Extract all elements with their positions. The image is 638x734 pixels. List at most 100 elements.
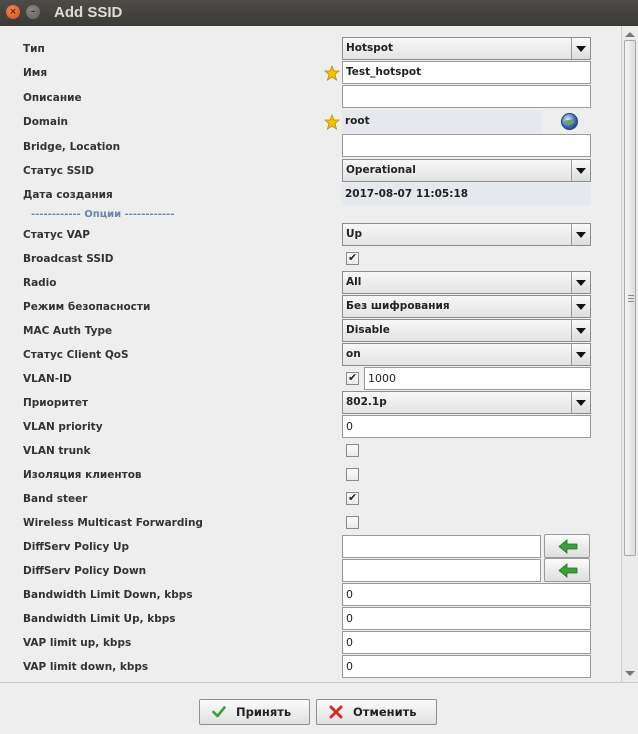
client-qos-value: on <box>346 348 361 360</box>
priority-value: 802.1p <box>346 396 387 408</box>
type-value: Hotspot <box>346 42 394 54</box>
broadcast-label: Broadcast SSID <box>23 253 114 265</box>
security-label: Режим безопасности <box>23 301 151 313</box>
bw-up-input[interactable]: 0 <box>342 607 591 630</box>
dialog-footer: Принять Отменить <box>0 682 638 734</box>
chevron-down-icon[interactable] <box>571 160 590 181</box>
name-label: Имя <box>23 67 48 79</box>
vap-down-input[interactable]: 0 <box>342 655 591 678</box>
cancel-label: Отменить <box>353 705 417 719</box>
vlan-trunk-checkbox[interactable] <box>346 444 359 457</box>
window-minimize-button[interactable]: – <box>26 5 40 19</box>
type-select[interactable]: Hotspot <box>342 37 591 60</box>
accept-button[interactable]: Принять <box>199 699 310 725</box>
star-icon <box>324 65 340 81</box>
chevron-down-icon[interactable] <box>571 344 590 365</box>
band-steer-checkbox[interactable]: ✔ <box>346 491 359 505</box>
chevron-down-icon[interactable] <box>571 224 590 245</box>
vlan-priority-label: VLAN priority <box>23 421 103 433</box>
vap-down-label: VAP limit down, kbps <box>23 661 149 673</box>
ssid-status-select[interactable]: Operational <box>342 159 591 182</box>
chevron-down-icon[interactable] <box>571 38 590 59</box>
green-arrow-left-icon <box>558 563 578 578</box>
description-input[interactable] <box>342 85 591 108</box>
vlan-trunk-label: VLAN trunk <box>23 445 91 457</box>
check-icon: ✔ <box>348 371 358 384</box>
mac-auth-value: Disable <box>346 324 390 336</box>
client-qos-select[interactable]: on <box>342 343 591 366</box>
vap-status-value: Up <box>346 228 363 240</box>
vlan-priority-input[interactable]: 0 <box>342 415 591 438</box>
mac-auth-label: MAC Auth Type <box>23 325 113 337</box>
ssid-status-value: Operational <box>346 164 416 176</box>
star-icon <box>324 114 340 130</box>
diffserv-down-label: DiffServ Policy Down <box>23 565 147 577</box>
isolation-checkbox[interactable] <box>346 468 359 481</box>
broadcast-checkbox[interactable]: ✔ <box>346 251 359 265</box>
vlan-id-label: VLAN-ID <box>23 373 72 385</box>
cancel-button[interactable]: Отменить <box>316 699 437 725</box>
check-icon: ✔ <box>348 491 358 504</box>
bridge-input[interactable] <box>342 134 591 157</box>
diffserv-down-input[interactable] <box>342 559 541 582</box>
mac-auth-select[interactable]: Disable <box>342 319 591 342</box>
bw-down-input[interactable]: 0 <box>342 583 591 606</box>
chevron-down-icon[interactable] <box>571 296 590 317</box>
diffserv-down-pick-button[interactable] <box>544 558 590 582</box>
close-icon: × <box>9 7 17 17</box>
vap-up-value: 0 <box>346 636 353 649</box>
multicast-checkbox[interactable] <box>346 516 359 529</box>
client-qos-label: Статус Client QoS <box>23 349 129 361</box>
bw-up-label: Bandwidth Limit Up, kbps <box>23 613 176 625</box>
grip-line <box>628 298 634 299</box>
title-bar: × – Add SSID <box>0 0 638 26</box>
radio-select[interactable]: All <box>342 271 591 294</box>
security-value: Без шифрования <box>346 300 450 312</box>
grip-line <box>628 301 634 302</box>
vap-up-input[interactable]: 0 <box>342 631 591 654</box>
domain-value: root <box>345 115 370 127</box>
diffserv-up-input[interactable] <box>342 535 541 558</box>
bridge-label: Bridge, Location <box>23 141 121 153</box>
globe-icon[interactable] <box>561 113 578 130</box>
bw-down-value: 0 <box>346 588 353 601</box>
radio-value: All <box>346 276 362 288</box>
vlan-id-checkbox[interactable]: ✔ <box>346 371 359 385</box>
ssid-status-label: Статус SSID <box>23 165 94 177</box>
diffserv-up-pick-button[interactable] <box>544 534 590 558</box>
vertical-scrollbar[interactable] <box>621 26 638 682</box>
priority-select[interactable]: 802.1p <box>342 391 591 414</box>
scroll-up-icon[interactable] <box>625 32 635 37</box>
bw-up-value: 0 <box>346 612 353 625</box>
bw-down-label: Bandwidth Limit Down, kbps <box>23 589 193 601</box>
name-value: Test_hotspot <box>346 66 422 78</box>
red-x-icon <box>329 705 343 719</box>
accept-label: Принять <box>236 705 292 719</box>
chevron-down-icon[interactable] <box>571 320 590 341</box>
vlan-priority-value: 0 <box>346 420 353 433</box>
vap-up-label: VAP limit up, kbps <box>23 637 132 649</box>
grip-line <box>628 295 634 296</box>
check-icon: ✔ <box>348 251 358 264</box>
multicast-label: Wireless Multicast Forwarding <box>23 517 203 529</box>
green-check-icon <box>212 706 226 718</box>
window-close-button[interactable]: × <box>6 5 20 19</box>
created-label: Дата создания <box>23 189 113 201</box>
scroll-down-icon[interactable] <box>625 671 635 676</box>
created-value: 2017-08-07 11:05:18 <box>345 188 469 200</box>
window-title: Add SSID <box>54 4 123 21</box>
vlan-id-input[interactable]: 1000 <box>364 367 591 390</box>
chevron-down-icon[interactable] <box>571 272 590 293</box>
type-label: Тип <box>23 43 45 55</box>
description-label: Описание <box>23 92 82 104</box>
scroll-thumb[interactable] <box>624 40 636 556</box>
domain-label: Domain <box>23 116 69 128</box>
security-select[interactable]: Без шифрования <box>342 295 591 318</box>
name-input[interactable]: Test_hotspot <box>342 61 591 84</box>
created-field: 2017-08-07 11:05:18 <box>342 183 591 206</box>
vap-down-value: 0 <box>346 660 353 673</box>
priority-label: Приоритет <box>23 397 89 409</box>
chevron-down-icon[interactable] <box>571 392 590 413</box>
vap-status-select[interactable]: Up <box>342 223 591 246</box>
options-section-header: ------------ Опции ------------ <box>31 209 175 220</box>
